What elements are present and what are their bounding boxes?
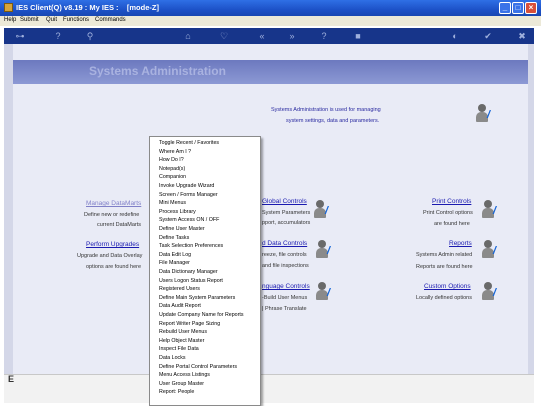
reports-icon: /: [480, 240, 502, 260]
manage-datamarts-link[interactable]: Manage DataMarts: [86, 200, 141, 207]
print-controls-desc-1: Print Control options: [423, 210, 473, 216]
minimize-button[interactable]: _: [499, 2, 511, 14]
menu-item-portal-parameters[interactable]: Define Portal Control Parameters: [159, 364, 237, 371]
perform-upgrades-desc-1: Upgrade and Data Overlay: [77, 253, 143, 259]
section-banner: Systems Administration: [13, 60, 528, 84]
question-icon[interactable]: ?: [318, 30, 330, 42]
back-icon[interactable]: «: [256, 30, 268, 42]
key-icon[interactable]: ⊶: [10, 30, 30, 42]
global-controls-link[interactable]: Global Controls: [262, 198, 307, 205]
menu-item-page-sizing[interactable]: Report Writer Page Sizing: [159, 321, 220, 328]
search-icon[interactable]: ⚲: [84, 30, 96, 42]
reports-link[interactable]: Reports: [449, 240, 472, 247]
menu-item-inspect-file[interactable]: Inspect File Data: [159, 346, 199, 353]
globe-icon[interactable]: ◐: [449, 30, 461, 42]
data-controls-icon: /: [314, 240, 336, 260]
menu-item-how-do-i[interactable]: How Do I?: [159, 157, 184, 164]
functions-popup-menu: Toggle Recent / Favorites Where Am I ? H…: [149, 136, 261, 406]
menu-item-registered-users[interactable]: Registered Users: [159, 286, 200, 293]
perform-upgrades-link[interactable]: Perform Upgrades: [86, 241, 139, 248]
menu-bar: Help Submit Quit Functions Commands: [0, 16, 541, 26]
menu-item-mini-menus[interactable]: Mini Menus: [159, 200, 186, 207]
menu-item-access-listings[interactable]: Menu Access Listings: [159, 372, 210, 379]
perform-upgrades-desc-2: options are found here: [86, 264, 142, 270]
data-controls-link[interactable]: d Data Controls: [262, 240, 307, 247]
menu-item-data-edit-log[interactable]: Data Edit Log: [159, 252, 191, 259]
menu-item-upgrade-wizard[interactable]: Invoke Upgrade Wizard: [159, 183, 214, 190]
menu-item-data-dictionary[interactable]: Data Dictionary Manager: [159, 269, 218, 276]
global-controls-desc-1: System Parameters: [262, 210, 311, 216]
help-icon[interactable]: ?: [52, 30, 64, 42]
left-edge: [4, 44, 13, 374]
close-button[interactable]: ×: [525, 2, 537, 14]
menu-item-user-group[interactable]: User Group Master: [159, 381, 204, 388]
intro-line-2: system settings, data and parameters.: [286, 118, 380, 124]
menu-item-define-tasks[interactable]: Define Tasks: [159, 235, 189, 242]
title-bar: IES Client(Q) v8.19 : My IES : [mode-Z] …: [0, 0, 541, 16]
menu-item-user-master[interactable]: Define User Master: [159, 226, 205, 233]
menu-item-forms-manager[interactable]: Screen / Forms Manager: [159, 192, 218, 199]
language-controls-desc-2: | Phrase Translate: [262, 306, 307, 312]
home-icon[interactable]: ⌂: [182, 30, 194, 42]
intro-line-1: Systems Administration is used for manag…: [271, 107, 381, 113]
toolbar: ⊶ ? ⚲ ⌂ ♡ « » ? ■ ◐ ✔ ✖: [4, 28, 534, 44]
menu-commands[interactable]: Commands: [95, 17, 126, 23]
print-controls-icon: /: [480, 200, 502, 220]
menu-item-help-object[interactable]: Help Object Master: [159, 338, 204, 345]
menu-submit[interactable]: Submit: [20, 17, 39, 23]
check-icon[interactable]: ✔: [482, 30, 494, 42]
menu-functions[interactable]: Functions: [63, 17, 89, 23]
menu-item-logon-status[interactable]: Users Logon Status Report: [159, 278, 223, 285]
menu-item-company-name[interactable]: Update Company Name for Reports: [159, 312, 244, 319]
sidebar-marker-icon: E: [8, 374, 15, 384]
menu-item-process-library[interactable]: Process Library: [159, 209, 196, 216]
app-icon: [4, 3, 13, 12]
main-panel: [13, 44, 528, 374]
menu-item-report-people[interactable]: Report: People: [159, 389, 194, 396]
menu-item-data-locks[interactable]: Data Locks: [159, 355, 186, 362]
data-controls-desc-2: and file inspections: [262, 263, 309, 269]
menu-item-notepads[interactable]: Notepad(s): [159, 166, 185, 173]
manage-datamarts-desc-2: current DataMarts: [97, 222, 142, 228]
menu-item-system-access[interactable]: System Access ON / OFF: [159, 217, 219, 224]
language-controls-desc-1: -Build User Menus: [262, 295, 308, 301]
global-controls-icon: /: [312, 200, 334, 220]
reports-desc-2: Reports are found here: [416, 264, 473, 270]
custom-options-desc-1: Locally defined options: [416, 295, 472, 301]
stop-icon[interactable]: ■: [352, 30, 364, 42]
global-controls-desc-2: pport, accumulators: [262, 220, 311, 226]
admin-user-icon: /: [474, 104, 496, 124]
print-controls-link[interactable]: Print Controls: [432, 198, 471, 205]
print-controls-desc-2: are found here: [434, 221, 470, 227]
menu-help[interactable]: Help: [4, 17, 16, 23]
forward-icon[interactable]: »: [286, 30, 298, 42]
language-controls-link[interactable]: nguage Controls: [262, 283, 310, 290]
custom-options-icon: /: [480, 282, 502, 302]
right-edge: [528, 44, 534, 374]
close-icon[interactable]: ✖: [516, 30, 528, 42]
status-strip: [4, 374, 534, 403]
menu-quit[interactable]: Quit: [46, 17, 57, 23]
language-controls-icon: /: [314, 282, 336, 302]
manage-datamarts-desc-1: Define new or redefine: [84, 212, 140, 218]
heart-icon[interactable]: ♡: [218, 30, 230, 42]
reports-desc-1: Systems Admin related: [416, 252, 473, 258]
menu-item-where-am-i[interactable]: Where Am I ?: [159, 149, 191, 156]
menu-item-task-preferences[interactable]: Task Selection Preferences: [159, 243, 223, 250]
custom-options-link[interactable]: Custom Options: [424, 283, 471, 290]
window-title: IES Client(Q) v8.19 : My IES : [mode-Z]: [16, 3, 159, 12]
menu-item-system-parameters[interactable]: Define Main System Parameters: [159, 295, 235, 302]
data-controls-desc-1: reeze, file controls: [262, 252, 307, 258]
page-title: Systems Administration: [89, 64, 226, 78]
menu-item-file-manager[interactable]: File Manager: [159, 260, 190, 267]
menu-item-rebuild-menus[interactable]: Rebuild User Menus: [159, 329, 207, 336]
menu-item-companion[interactable]: Companion: [159, 174, 186, 181]
maximize-button[interactable]: □: [512, 2, 524, 14]
menu-item-toggle-recent[interactable]: Toggle Recent / Favorites: [159, 140, 219, 147]
menu-item-data-audit[interactable]: Data Audit Report: [159, 303, 201, 310]
